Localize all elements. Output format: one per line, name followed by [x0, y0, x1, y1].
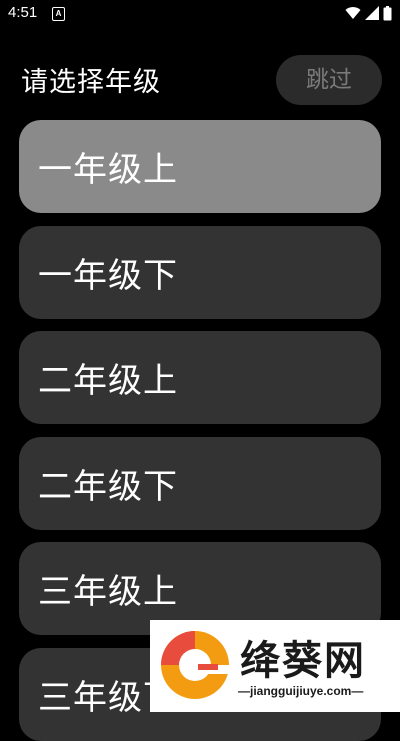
grade-item-2-upper[interactable]: 二年级上	[19, 331, 381, 424]
page-title: 请选择年级	[21, 67, 161, 98]
grade-item-1-upper[interactable]: 一年级上	[19, 120, 381, 213]
battery-icon	[383, 5, 392, 20]
watermark-name: 绛葵网	[240, 638, 366, 684]
watermark-url: —jiangguijiuye.com—	[238, 684, 364, 698]
status-bar: 4:51 A	[0, 0, 400, 30]
skip-button[interactable]: 跳过	[276, 55, 382, 105]
status-icons	[345, 5, 392, 21]
wifi-icon	[345, 7, 361, 20]
notification-a-icon: A	[52, 7, 65, 21]
status-time: 4:51	[8, 4, 38, 21]
grade-item-1-lower[interactable]: 一年级下	[19, 226, 381, 319]
header: 请选择年级 跳过	[0, 50, 400, 108]
watermark-logo-icon	[161, 631, 229, 699]
signal-icon	[365, 6, 379, 20]
grade-item-2-lower[interactable]: 二年级下	[19, 437, 381, 530]
watermark: 绛葵网 —jiangguijiuye.com—	[150, 620, 400, 712]
